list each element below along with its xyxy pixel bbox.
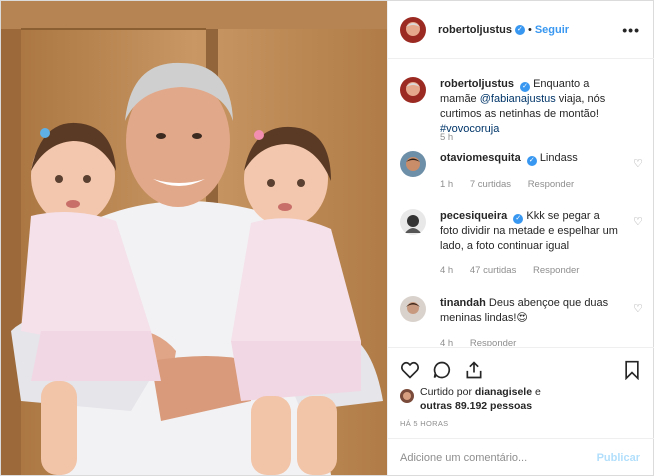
reply-button[interactable]: Responder: [533, 265, 579, 276]
comments-list[interactable]: robertoljustus ✓ Enquanto a mamãe @fabia…: [388, 60, 654, 346]
likes-others-count[interactable]: outras 89.192 pessoas: [420, 400, 532, 412]
comment-avatar[interactable]: [400, 151, 426, 177]
publish-button[interactable]: Publicar: [597, 452, 640, 464]
verified-badge-icon: ✓: [526, 156, 537, 166]
comment-likes[interactable]: 47 curtidas: [470, 265, 516, 276]
more-options-icon[interactable]: •••: [622, 22, 640, 38]
comment-text: otaviomesquita ✓ Lindass: [440, 151, 620, 166]
caption-avatar-image: [400, 77, 426, 103]
reply-button[interactable]: Responder: [470, 338, 516, 346]
likes-text: Curtido por dianagisele e outras 89.192 …: [420, 385, 640, 413]
heart-icon[interactable]: [400, 360, 420, 380]
comment-time[interactable]: 1 h: [440, 179, 453, 190]
comment-icon[interactable]: [432, 360, 452, 380]
liker-avatar-image: [400, 389, 414, 403]
instagram-post-dialog: robertoljustus ✓ • Seguir ••• robertolju…: [0, 0, 654, 476]
verified-badge-icon: ✓: [520, 82, 531, 92]
comment-time[interactable]: 4 h: [440, 338, 453, 346]
comment-avatar[interactable]: [400, 209, 426, 235]
comment-likes[interactable]: 7 curtidas: [470, 179, 511, 190]
comment-like-heart-icon[interactable]: ♡: [633, 159, 645, 170]
caption-mention-link[interactable]: @fabianajustus: [480, 93, 556, 105]
comment-avatar[interactable]: [400, 296, 426, 322]
share-icon[interactable]: [464, 360, 484, 380]
liker-avatar[interactable]: [400, 389, 414, 403]
comment-username[interactable]: pecesiqueira: [440, 210, 507, 222]
comment-like-heart-icon[interactable]: ♡: [633, 217, 645, 228]
comment-meta: 4 h 47 curtidas Responder: [440, 265, 593, 276]
likes-prefix: Curtido por: [420, 386, 475, 398]
photo-illustration: [1, 1, 387, 475]
separator-dot: •: [527, 23, 532, 36]
bookmark-icon[interactable]: [622, 360, 642, 380]
verified-badge-icon: ✓: [514, 24, 525, 35]
comment-username[interactable]: tinandah: [440, 297, 486, 309]
comment-like-heart-icon[interactable]: ♡: [633, 304, 645, 315]
likes-summary: Curtido por dianagisele e outras 89.192 …: [400, 385, 640, 413]
comment-time[interactable]: 4 h: [440, 265, 453, 276]
comment-text: tinandah Deus abençoe que duas meninas l…: [440, 296, 620, 326]
caption-username[interactable]: robertoljustus: [440, 78, 514, 90]
post-photo[interactable]: [1, 1, 387, 475]
comment-body: Lindass: [539, 152, 578, 164]
comment-avatar-image: [400, 209, 426, 235]
comment-avatar-image: [400, 296, 426, 322]
caption-meta: 5 h: [440, 132, 467, 143]
author-username[interactable]: robertoljustus: [438, 24, 512, 36]
caption-time[interactable]: 5 h: [440, 132, 453, 143]
comment-text: pecesiqueira ✓ Kkk se pegar a foto divid…: [440, 209, 620, 254]
add-comment-bar: Adicione um comentário... Publicar: [388, 438, 654, 475]
comment-username[interactable]: otaviomesquita: [440, 152, 521, 164]
likes-middle: e: [532, 386, 541, 398]
verified-badge-icon: ✓: [513, 214, 524, 224]
liker-username[interactable]: dianagisele: [475, 386, 532, 398]
author-avatar[interactable]: [400, 16, 426, 43]
comment-avatar-image: [400, 151, 426, 177]
post-side-panel: robertoljustus ✓ • Seguir ••• robertolju…: [387, 1, 654, 475]
comment-meta: 4 h Responder: [440, 338, 530, 346]
comment-input[interactable]: Adicione um comentário...: [400, 452, 527, 464]
reply-button[interactable]: Responder: [528, 179, 574, 190]
post-header: robertoljustus ✓ • Seguir •••: [388, 1, 654, 59]
author-avatar-image: [400, 16, 426, 43]
caption-avatar[interactable]: [400, 77, 426, 103]
follow-button[interactable]: Seguir: [535, 24, 569, 36]
comment-meta: 1 h 7 curtidas Responder: [440, 179, 588, 190]
caption-text: robertoljustus ✓ Enquanto a mamãe @fabia…: [440, 77, 620, 137]
post-timestamp[interactable]: HÁ 5 HORAS: [400, 419, 448, 428]
